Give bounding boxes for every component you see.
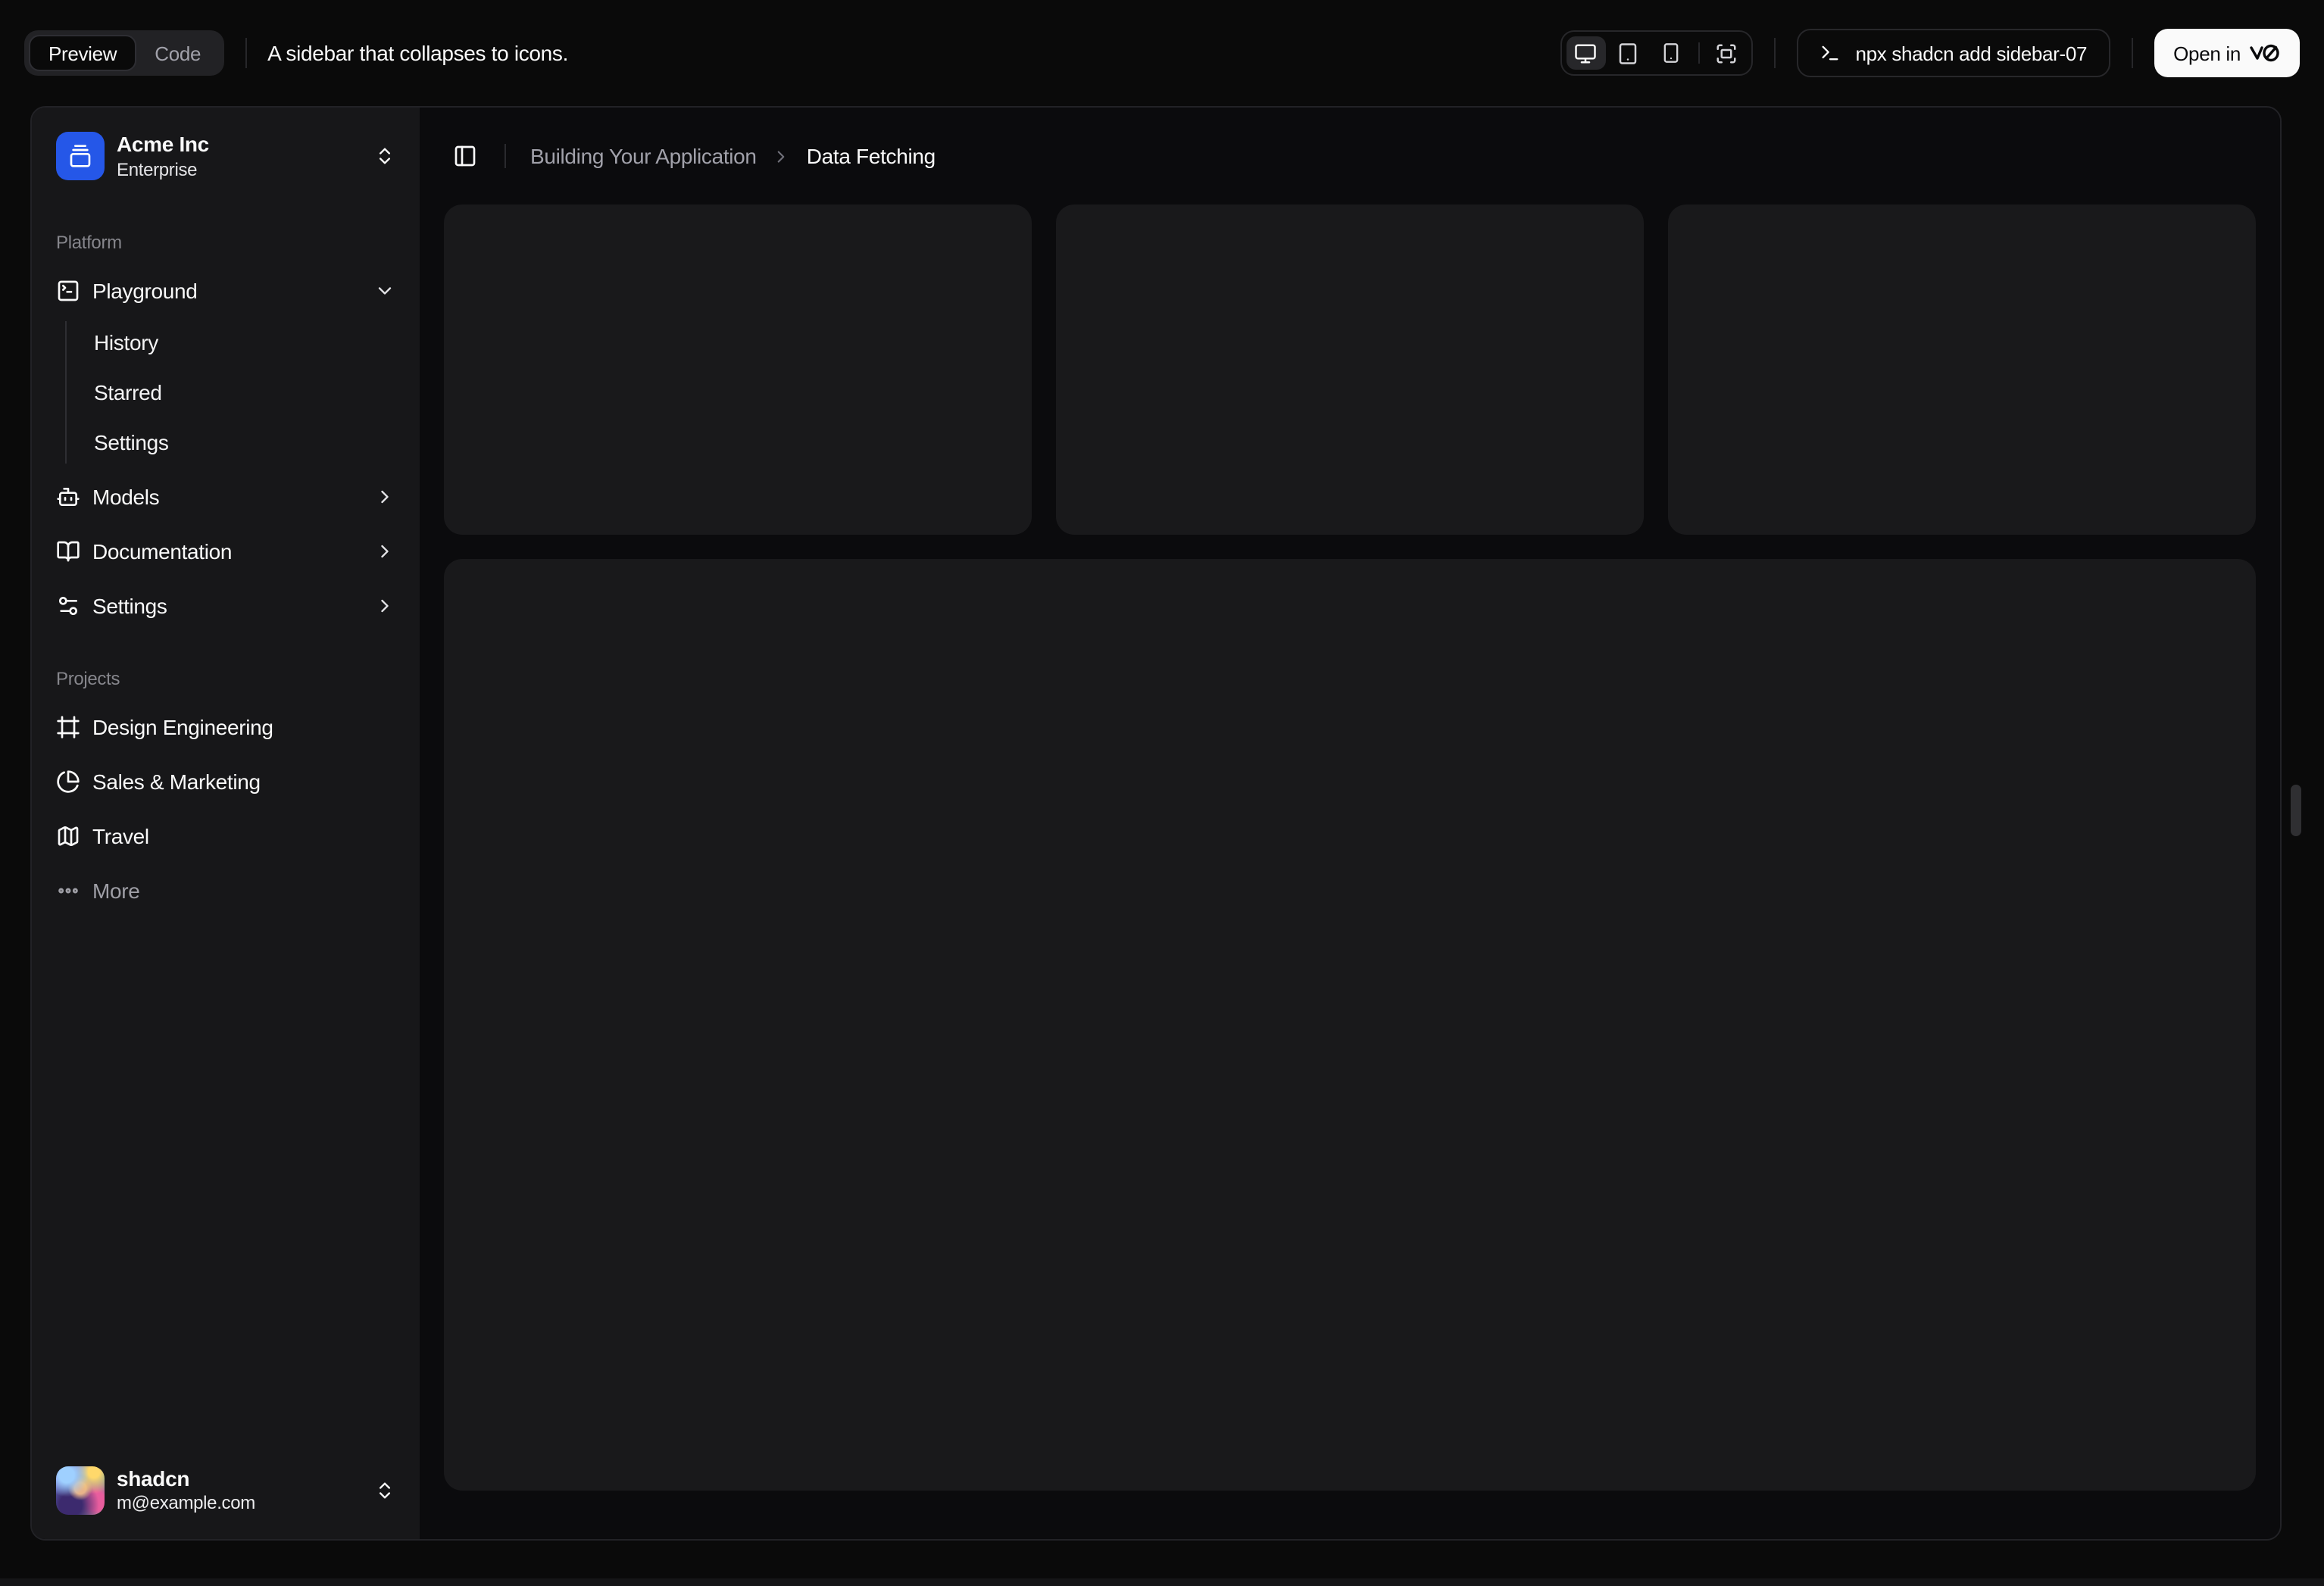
panel-left-icon: [453, 144, 477, 168]
device-group-separator: [1698, 42, 1700, 64]
book-open-icon: [56, 539, 80, 563]
v0-logo-icon: [2250, 44, 2280, 62]
main-header: Building Your Application Data Fetching: [420, 108, 2280, 204]
ellipsis-icon: [56, 878, 80, 902]
install-command-button[interactable]: npx shadcn add sidebar-07: [1796, 29, 2110, 77]
sidebar-group-projects: Projects Design Engineering Sales & Mark…: [32, 642, 420, 926]
sidebar-item-design-engineering[interactable]: Design Engineering: [44, 702, 408, 751]
sidebar-toggle-button[interactable]: [444, 135, 486, 177]
placeholder-card: [444, 204, 1032, 535]
breadcrumb: Building Your Application Data Fetching: [530, 144, 936, 168]
main-content: [420, 204, 2280, 1539]
fullscreen-button[interactable]: [1707, 36, 1746, 70]
sidebar-subitem-starred[interactable]: Starred: [82, 370, 408, 413]
placeholder-card: [1056, 204, 1644, 535]
breadcrumb-parent[interactable]: Building Your Application: [530, 144, 757, 168]
open-in-v0-button[interactable]: Open in: [2154, 29, 2300, 77]
breadcrumb-current: Data Fetching: [806, 144, 936, 168]
sidebar-subitem-history[interactable]: History: [82, 320, 408, 363]
sidebar-item-label: Sales & Marketing: [92, 769, 261, 793]
settings-2-icon: [56, 593, 80, 617]
playground-submenu: History Starred Settings: [65, 320, 408, 463]
chevrons-up-down-icon: [374, 1480, 395, 1501]
toolbar-separator: [2131, 38, 2133, 68]
chevron-right-icon: [374, 595, 395, 616]
user-name: shadcn: [117, 1466, 190, 1490]
frame-icon: [56, 714, 80, 738]
tablet-icon: [1616, 42, 1639, 64]
mobile-view-button[interactable]: [1651, 36, 1690, 70]
view-toggle: Preview Code: [24, 30, 224, 76]
sidebar-item-settings[interactable]: Settings: [44, 581, 408, 629]
sidebar-item-sales-marketing[interactable]: Sales & Marketing: [44, 757, 408, 805]
team-name: Acme Inc: [117, 132, 209, 156]
block-description: A sidebar that collapses to icons.: [267, 41, 569, 65]
header-separator: [504, 144, 506, 168]
sidebar-item-label: Models: [92, 484, 160, 508]
preview-frame: Acme Inc Enterprise Platform Playground: [30, 106, 2282, 1541]
pie-chart-icon: [56, 769, 80, 793]
sidebar-item-more[interactable]: More: [44, 866, 408, 914]
terminal-icon: [1819, 42, 1840, 64]
placeholder-panel: [444, 559, 2256, 1491]
chevron-down-icon: [374, 279, 395, 301]
device-toggle-group: [1560, 30, 1753, 76]
fullscreen-icon: [1715, 42, 1738, 64]
sidebar-item-travel[interactable]: Travel: [44, 811, 408, 860]
sidebar-item-label: Playground: [92, 278, 198, 302]
sidebar-item-documentation[interactable]: Documentation: [44, 526, 408, 575]
sidebar-item-label: Design Engineering: [92, 714, 273, 738]
sidebar-group-platform: Platform Playground History Starred Sett…: [32, 205, 420, 642]
breadcrumb-chevron-icon: [772, 146, 792, 166]
app-sidebar: Acme Inc Enterprise Platform Playground: [32, 108, 420, 1539]
toolbar-separator: [1773, 38, 1776, 68]
chevrons-up-down-icon: [374, 146, 395, 167]
install-command-text: npx shadcn add sidebar-07: [1855, 42, 2088, 64]
sidebar-item-models[interactable]: Models: [44, 472, 408, 520]
placeholder-card: [1668, 204, 2256, 535]
page: Preview Code A sidebar that collapses to…: [0, 0, 2324, 1586]
sidebar-header: Acme Inc Enterprise: [32, 108, 420, 205]
desktop-view-button[interactable]: [1566, 36, 1606, 70]
user-menu-button[interactable]: shadcn m@example.com: [44, 1453, 408, 1527]
toolbar-separator: [245, 38, 247, 68]
main-panel: Building Your Application Data Fetching: [420, 108, 2280, 1539]
team-switcher[interactable]: Acme Inc Enterprise: [44, 120, 408, 193]
tab-code[interactable]: Code: [136, 35, 219, 71]
tab-preview[interactable]: Preview: [29, 35, 137, 71]
bot-icon: [56, 484, 80, 508]
block-toolbar: Preview Code A sidebar that collapses to…: [0, 0, 2324, 106]
sidebar-subitem-settings[interactable]: Settings: [82, 420, 408, 463]
smartphone-icon: [1660, 42, 1681, 64]
sidebar-item-label: More: [92, 878, 140, 902]
user-email: m@example.com: [117, 1492, 255, 1513]
group-label-platform: Platform: [56, 231, 122, 252]
chevron-right-icon: [374, 485, 395, 507]
bottom-edge-strip: [0, 1578, 2324, 1586]
tablet-view-button[interactable]: [1608, 36, 1648, 70]
placeholder-card-row: [444, 204, 2256, 535]
map-icon: [56, 823, 80, 848]
avatar: [56, 1466, 105, 1515]
scrollbar-thumb[interactable]: [2291, 785, 2301, 836]
square-terminal-icon: [56, 278, 80, 302]
sidebar-item-playground[interactable]: Playground: [44, 266, 408, 314]
team-logo: [56, 132, 105, 181]
chevron-right-icon: [374, 540, 395, 561]
group-label-projects: Projects: [56, 667, 120, 688]
sidebar-item-label: Documentation: [92, 539, 233, 563]
sidebar-item-label: Travel: [92, 823, 149, 848]
gallery-vertical-end-icon: [68, 145, 92, 169]
open-in-v0-label: Open in: [2173, 42, 2241, 64]
sidebar-footer: shadcn m@example.com: [32, 1441, 420, 1539]
sidebar-item-label: Settings: [92, 593, 167, 617]
team-plan: Enterprise: [117, 158, 198, 180]
monitor-icon: [1574, 42, 1597, 64]
